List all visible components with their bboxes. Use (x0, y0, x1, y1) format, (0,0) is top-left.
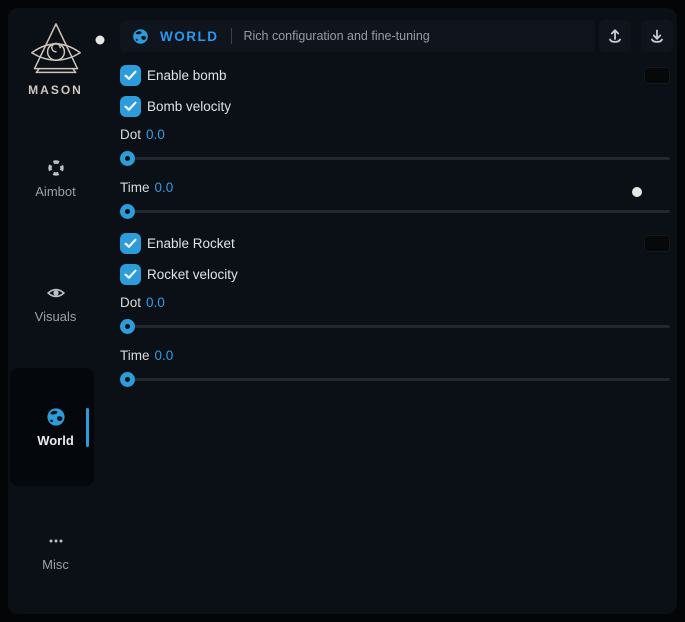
slider-label: Time 0.0 (120, 180, 670, 195)
checkbox-bomb-velocity[interactable] (120, 96, 141, 117)
slider-value: 0.0 (155, 180, 174, 195)
checkbox-row: Rocket velocity (120, 264, 670, 285)
slider-time-7[interactable] (120, 371, 670, 387)
ellipsis-icon (47, 530, 65, 552)
checkbox-row: Enable Rocket (120, 233, 670, 254)
slider-track[interactable] (120, 157, 670, 160)
upload-icon (606, 27, 624, 45)
download-icon (648, 27, 666, 45)
checkbox-label: Enable Rocket (147, 236, 235, 251)
check-icon (124, 238, 137, 249)
slider-track[interactable] (120, 378, 670, 381)
check-icon (124, 70, 137, 81)
sidebar-item-misc[interactable]: Misc (8, 521, 103, 581)
page-title: WORLD (160, 29, 219, 44)
slider-value: 0.0 (146, 127, 165, 142)
slider-name: Dot (120, 295, 141, 310)
slider-row: Time 0.0 (120, 180, 670, 219)
check-icon (124, 101, 137, 112)
slider-time-3[interactable] (120, 203, 670, 219)
sidebar-item-label: Aimbot (35, 184, 75, 199)
app-logo-label: MASON (8, 83, 103, 97)
checkbox-row: Bomb velocity (120, 96, 670, 117)
slider-name: Dot (120, 127, 141, 142)
sidebar-item-aimbot[interactable]: Aimbot (8, 148, 103, 208)
slider-knob[interactable] (120, 372, 135, 387)
checkbox-enable-bomb[interactable] (120, 65, 141, 86)
active-item-indicator (86, 408, 89, 447)
slider-name: Time (120, 348, 150, 363)
sidebar: MASON Aimbot Visuals World Misc (8, 8, 103, 614)
checkbox-label: Bomb velocity (147, 99, 231, 114)
upload-config-button[interactable] (599, 20, 631, 52)
checkbox-row: Enable bomb (120, 65, 670, 86)
sidebar-item-label: World (37, 433, 74, 448)
slider-row: Dot 0.0 (120, 295, 670, 334)
checkbox-enable-rocket[interactable] (120, 233, 141, 254)
checkbox-label: Rocket velocity (147, 267, 238, 282)
sidebar-item-label: Misc (42, 557, 69, 572)
slider-dot-6[interactable] (120, 318, 670, 334)
slider-knob[interactable] (120, 151, 135, 166)
checkbox-rocket-velocity[interactable] (120, 264, 141, 285)
app-logo: MASON (8, 20, 103, 97)
cursor-dot (632, 187, 642, 197)
page-subtitle: Rich configuration and fine-tuning (244, 29, 430, 43)
color-picker-swatch[interactable] (644, 67, 670, 84)
slider-knob[interactable] (120, 204, 135, 219)
download-config-button[interactable] (641, 20, 673, 52)
slider-name: Time (120, 180, 150, 195)
crosshair-icon (47, 157, 65, 179)
slider-row: Time 0.0 (120, 348, 670, 387)
slider-dot-2[interactable] (120, 150, 670, 166)
check-icon (124, 269, 137, 280)
page-header: WORLD Rich configuration and fine-tuning (120, 20, 595, 52)
color-picker-swatch[interactable] (644, 235, 670, 252)
masonic-eye-logo-icon (8, 20, 103, 80)
globe-icon (132, 28, 149, 45)
app-window: MASON Aimbot Visuals World Misc WORLD Rich … (8, 8, 677, 614)
checkbox-label: Enable bomb (147, 68, 227, 83)
slider-label: Time 0.0 (120, 348, 670, 363)
slider-value: 0.0 (146, 295, 165, 310)
header-divider (231, 28, 232, 44)
slider-track[interactable] (120, 325, 670, 328)
slider-row: Dot 0.0 (120, 127, 670, 166)
sidebar-item-visuals[interactable]: Visuals (8, 273, 103, 333)
slider-track[interactable] (120, 210, 670, 213)
slider-label: Dot 0.0 (120, 127, 670, 142)
slider-label: Dot 0.0 (120, 295, 670, 310)
slider-value: 0.0 (155, 348, 174, 363)
eye-icon (46, 282, 66, 304)
slider-knob[interactable] (120, 319, 135, 334)
cursor-dot (96, 36, 105, 45)
globe-icon (46, 406, 66, 428)
sidebar-item-label: Visuals (35, 309, 77, 324)
